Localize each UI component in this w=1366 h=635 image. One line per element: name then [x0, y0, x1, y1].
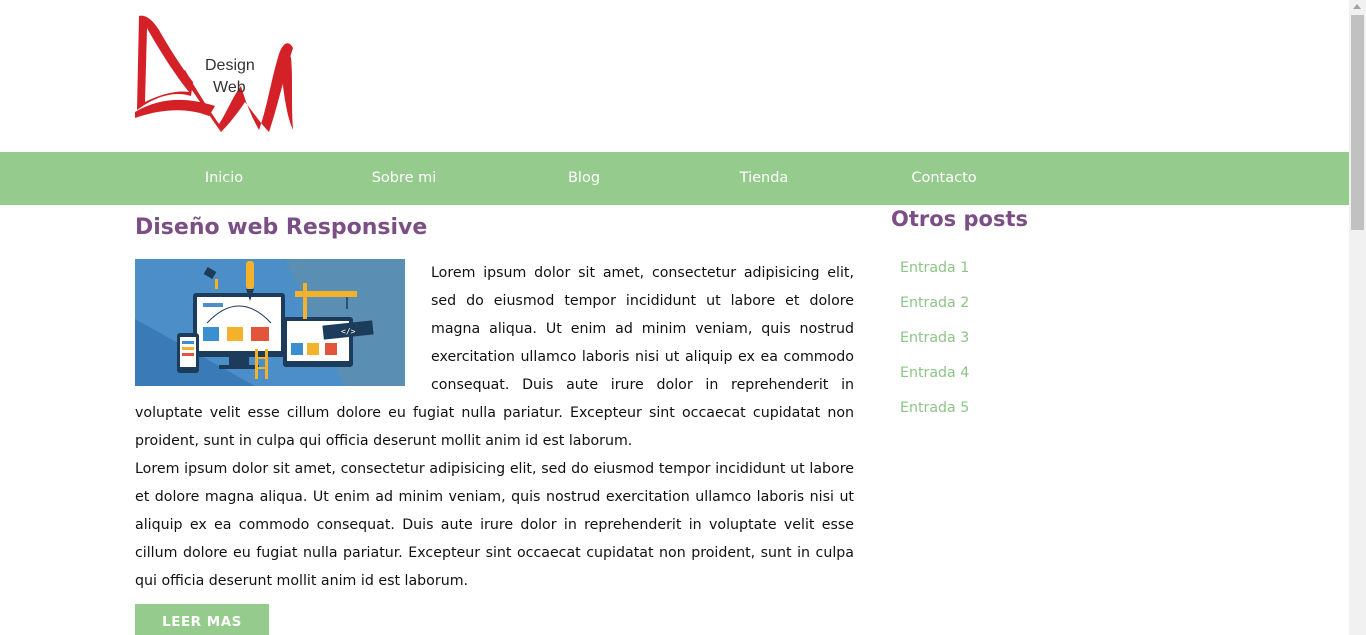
scrollbar-thumb[interactable]	[1351, 15, 1364, 230]
scroll-up-arrow-icon[interactable]	[1353, 4, 1361, 9]
nav-item-inicio[interactable]: Inicio	[168, 152, 280, 205]
sidebar-item-entrada-3[interactable]: Entrada 3	[900, 328, 969, 363]
nav-item-blog[interactable]: Blog	[528, 152, 640, 205]
site-logo[interactable]: Design Web	[133, 12, 301, 134]
sidebar-item-entrada-2[interactable]: Entrada 2	[900, 293, 969, 328]
sidebar-item-entrada-5[interactable]: Entrada 5	[900, 398, 969, 433]
sidebar-item-entrada-1[interactable]: Entrada 1	[900, 258, 969, 293]
nav-item-sobre-mi[interactable]: Sobre mi	[348, 152, 460, 205]
post-image[interactable]: </>	[135, 259, 405, 386]
read-more-button[interactable]: LEER MAS	[135, 604, 269, 635]
sidebar-post-list: Entrada 1 Entrada 2 Entrada 3 Entrada 4 …	[900, 258, 969, 433]
logo-text-web: Web	[213, 79, 246, 96]
site-header: Design Web	[0, 0, 1349, 152]
code-tag-text: </>	[341, 327, 356, 336]
nav-item-contacto[interactable]: Contacto	[888, 152, 1000, 205]
nav-item-tienda[interactable]: Tienda	[708, 152, 820, 205]
vertical-scrollbar[interactable]	[1349, 0, 1366, 635]
logo-text-design: Design	[205, 57, 255, 74]
main-nav: Inicio Sobre mi Blog Tienda Contacto	[0, 152, 1349, 205]
post-body: </> Lorem ipsum dolor sit amet, consecte…	[135, 259, 854, 595]
sidebar-item-entrada-4[interactable]: Entrada 4	[900, 363, 969, 398]
post-title[interactable]: Diseño web Responsive	[135, 215, 427, 240]
post-paragraph-2: Lorem ipsum dolor sit amet, consectetur …	[135, 461, 854, 589]
sidebar-title: Otros posts	[891, 207, 1028, 231]
